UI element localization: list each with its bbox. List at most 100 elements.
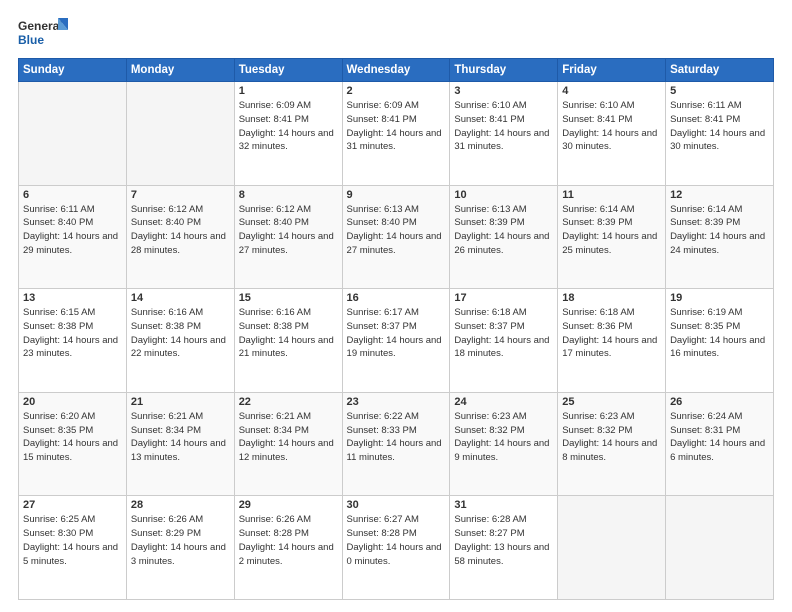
calendar-cell: 15 Sunrise: 6:16 AM Sunset: 8:38 PM Dayli… [234,289,342,393]
calendar-cell: 3 Sunrise: 6:10 AM Sunset: 8:41 PM Daylig… [450,82,558,186]
calendar-cell: 24Sunrise: 6:23 AM Sunset: 8:32 PM Dayli… [450,392,558,496]
cell-content: Sunrise: 6:12 AM Sunset: 8:40 PM Dayligh… [131,203,230,258]
logo-svg: General Blue [18,16,68,48]
cell-content: Sunrise: 6:28 AM Sunset: 8:27 PM Dayligh… [454,513,553,568]
day-number: 11 [562,189,661,201]
calendar-cell [19,82,127,186]
weekday-wednesday: Wednesday [342,59,450,82]
calendar-cell: 27 Sunrise: 6:25 AM Sunset: 8:30 PM Dayli… [19,496,127,600]
calendar-cell: 1 Sunrise: 6:09 AM Sunset: 8:41 PM Daylig… [234,82,342,186]
cell-content: Sunrise: 6:16 AM Sunset: 8:38 PM Dayligh… [131,306,230,361]
calendar-cell: 18 Sunrise: 6:18 AM Sunset: 8:36 PM Dayli… [558,289,666,393]
cell-content: Sunrise: 6:11 AM Sunset: 8:41 PM Dayligh… [670,99,769,154]
day-number: 2 [347,85,446,97]
cell-content: Sunrise: 6:14 AM Sunset: 8:39 PM Dayligh… [670,203,769,258]
cell-content: Sunrise: 6:24 AM Sunset: 8:31 PM Dayligh… [670,410,769,465]
day-number: 13 [23,292,122,304]
week-row-4: 20 Sunrise: 6:20 AM Sunset: 8:35 PM Dayli… [19,392,774,496]
cell-content: Sunrise: 6:13 AM Sunset: 8:40 PM Dayligh… [347,203,446,258]
calendar-cell: 8 Sunrise: 6:12 AM Sunset: 8:40 PM Daylig… [234,185,342,289]
cell-content: Sunrise: 6:19 AM Sunset: 8:35 PM Dayligh… [670,306,769,361]
week-row-5: 27 Sunrise: 6:25 AM Sunset: 8:30 PM Dayli… [19,496,774,600]
cell-content: Sunrise: 6:10 AM Sunset: 8:41 PM Dayligh… [454,99,553,154]
weekday-tuesday: Tuesday [234,59,342,82]
calendar-cell: 14 Sunrise: 6:16 AM Sunset: 8:38 PM Dayli… [126,289,234,393]
calendar-cell: 26 Sunrise: 6:24 AM Sunset: 8:31 PM Dayli… [666,392,774,496]
day-number: 19 [670,292,769,304]
calendar-cell [126,82,234,186]
cell-content: Sunrise: 6:21 AM Sunset: 8:34 PM Dayligh… [131,410,230,465]
day-number: 24 [454,396,553,408]
calendar-cell: 5 Sunrise: 6:11 AM Sunset: 8:41 PM Daylig… [666,82,774,186]
cell-content: Sunrise: 6:26 AM Sunset: 8:28 PM Dayligh… [239,513,338,568]
day-number: 5 [670,85,769,97]
cell-content: Sunrise: 6:16 AM Sunset: 8:38 PM Dayligh… [239,306,338,361]
calendar-cell: 4 Sunrise: 6:10 AM Sunset: 8:41 PM Daylig… [558,82,666,186]
day-number: 26 [670,396,769,408]
cell-content: Sunrise: 6:25 AM Sunset: 8:30 PM Dayligh… [23,513,122,568]
calendar-cell: 25Sunrise: 6:23 AM Sunset: 8:32 PM Dayli… [558,392,666,496]
day-number: 6 [23,189,122,201]
day-number: 27 [23,499,122,511]
header: General Blue [18,16,774,48]
cell-content: Sunrise: 6:27 AM Sunset: 8:28 PM Dayligh… [347,513,446,568]
weekday-thursday: Thursday [450,59,558,82]
day-number: 8 [239,189,338,201]
calendar-cell: 16Sunrise: 6:17 AM Sunset: 8:37 PM Dayli… [342,289,450,393]
cell-content: Sunrise: 6:26 AM Sunset: 8:29 PM Dayligh… [131,513,230,568]
day-number: 10 [454,189,553,201]
calendar-cell: 13 Sunrise: 6:15 AM Sunset: 8:38 PM Dayli… [19,289,127,393]
calendar-cell: 30Sunrise: 6:27 AM Sunset: 8:28 PM Dayli… [342,496,450,600]
cell-content: Sunrise: 6:13 AM Sunset: 8:39 PM Dayligh… [454,203,553,258]
cell-content: Sunrise: 6:12 AM Sunset: 8:40 PM Dayligh… [239,203,338,258]
svg-text:General: General [18,19,63,33]
cell-content: Sunrise: 6:14 AM Sunset: 8:39 PM Dayligh… [562,203,661,258]
day-number: 3 [454,85,553,97]
day-number: 7 [131,189,230,201]
calendar-cell: 23 Sunrise: 6:22 AM Sunset: 8:33 PM Dayli… [342,392,450,496]
day-number: 1 [239,85,338,97]
day-number: 12 [670,189,769,201]
calendar-cell: 12 Sunrise: 6:14 AM Sunset: 8:39 PM Dayli… [666,185,774,289]
weekday-saturday: Saturday [666,59,774,82]
cell-content: Sunrise: 6:09 AM Sunset: 8:41 PM Dayligh… [347,99,446,154]
weekday-sunday: Sunday [19,59,127,82]
cell-content: Sunrise: 6:15 AM Sunset: 8:38 PM Dayligh… [23,306,122,361]
day-number: 20 [23,396,122,408]
weekday-friday: Friday [558,59,666,82]
day-number: 29 [239,499,338,511]
calendar-cell: 21Sunrise: 6:21 AM Sunset: 8:34 PM Dayli… [126,392,234,496]
cell-content: Sunrise: 6:10 AM Sunset: 8:41 PM Dayligh… [562,99,661,154]
day-number: 18 [562,292,661,304]
cell-content: Sunrise: 6:11 AM Sunset: 8:40 PM Dayligh… [23,203,122,258]
calendar-cell: 22 Sunrise: 6:21 AM Sunset: 8:34 PM Dayli… [234,392,342,496]
day-number: 31 [454,499,553,511]
weekday-header-row: SundayMondayTuesdayWednesdayThursdayFrid… [19,59,774,82]
week-row-1: 1 Sunrise: 6:09 AM Sunset: 8:41 PM Daylig… [19,82,774,186]
calendar-cell: 9 Sunrise: 6:13 AM Sunset: 8:40 PM Daylig… [342,185,450,289]
calendar-cell: 17 Sunrise: 6:18 AM Sunset: 8:37 PM Dayli… [450,289,558,393]
calendar-cell [558,496,666,600]
cell-content: Sunrise: 6:22 AM Sunset: 8:33 PM Dayligh… [347,410,446,465]
svg-text:Blue: Blue [18,33,44,47]
day-number: 14 [131,292,230,304]
calendar-cell: 31 Sunrise: 6:28 AM Sunset: 8:27 PM Dayli… [450,496,558,600]
cell-content: Sunrise: 6:21 AM Sunset: 8:34 PM Dayligh… [239,410,338,465]
day-number: 28 [131,499,230,511]
cell-content: Sunrise: 6:20 AM Sunset: 8:35 PM Dayligh… [23,410,122,465]
calendar-table: SundayMondayTuesdayWednesdayThursdayFrid… [18,58,774,600]
cell-content: Sunrise: 6:18 AM Sunset: 8:37 PM Dayligh… [454,306,553,361]
calendar-page: General Blue SundayMondayTuesdayWednesda… [0,0,792,612]
day-number: 17 [454,292,553,304]
day-number: 23 [347,396,446,408]
day-number: 22 [239,396,338,408]
calendar-cell: 29 Sunrise: 6:26 AM Sunset: 8:28 PM Dayli… [234,496,342,600]
cell-content: Sunrise: 6:23 AM Sunset: 8:32 PM Dayligh… [562,410,661,465]
cell-content: Sunrise: 6:18 AM Sunset: 8:36 PM Dayligh… [562,306,661,361]
calendar-cell: 20 Sunrise: 6:20 AM Sunset: 8:35 PM Dayli… [19,392,127,496]
day-number: 9 [347,189,446,201]
cell-content: Sunrise: 6:09 AM Sunset: 8:41 PM Dayligh… [239,99,338,154]
day-number: 15 [239,292,338,304]
calendar-cell: 10 Sunrise: 6:13 AM Sunset: 8:39 PM Dayli… [450,185,558,289]
day-number: 4 [562,85,661,97]
